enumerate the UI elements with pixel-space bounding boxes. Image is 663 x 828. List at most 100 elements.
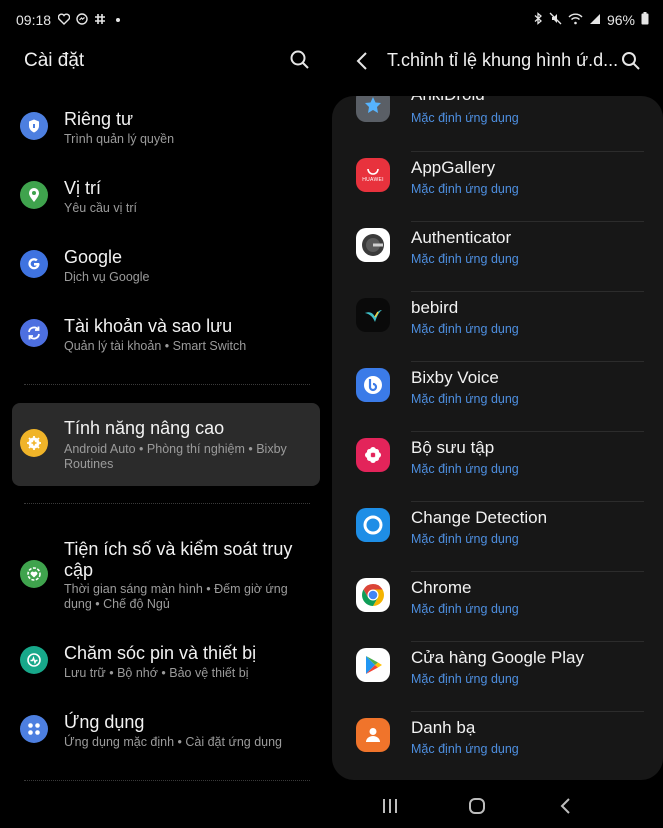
settings-item-apps[interactable]: Ứng dụng Ứng dụng mặc định • Cài đặt ứng… [12, 709, 320, 755]
app-list-item[interactable]: bebird Mặc định ứng dụng [332, 292, 663, 362]
app-name: Danh bạ [411, 718, 476, 737]
battery-icon [641, 12, 649, 28]
settings-item-subtitle: Android Auto • Phòng thí nghiệm • Bixby [64, 442, 287, 456]
app-name: Cửa hàng Google Play [411, 648, 584, 667]
wellbeing-icon [20, 560, 48, 588]
settings-item-title: Tính năng nâng cao [64, 418, 225, 438]
settings-item-subtitle: Lưu trữ • Bộ nhớ • Bảo vệ thiết bị [64, 666, 249, 680]
battery-percent: 96% [606, 12, 635, 28]
divider [24, 503, 310, 504]
settings-item-advanced-features[interactable]: Tính năng nâng cao Android Auto • Phòng … [12, 415, 320, 475]
messenger-icon [76, 12, 88, 25]
settings-item-accounts-backup[interactable]: Tài khoản và sao lưu Quản lý tài khoản •… [12, 313, 320, 359]
app-subtitle: Mặc định ứng dụng [411, 182, 519, 196]
settings-item-title: Google [64, 247, 123, 267]
settings-item-subtitle: Yêu cầu vị trí [64, 201, 137, 215]
device-care-icon [20, 646, 48, 674]
appgallery-icon: HUAWEI [356, 158, 390, 192]
bluetooth-icon [533, 12, 543, 28]
app-name: AppGallery [411, 158, 496, 177]
slack-icon [94, 12, 106, 24]
app-name: Chrome [411, 578, 472, 597]
app-name: bebird [411, 298, 459, 317]
settings-item-subtitle: Dịch vụ Google [64, 270, 150, 284]
apps-grid-icon [20, 715, 48, 743]
shield-icon [20, 112, 48, 140]
settings-item-title: Chăm sóc pin và thiết bị [64, 643, 257, 663]
app-list-item[interactable]: Cửa hàng Google Play Mặc định ứng dụng [332, 642, 663, 712]
mute-icon [549, 12, 562, 28]
settings-item-google[interactable]: Google Dịch vụ Google [12, 244, 320, 290]
page-title: T.chỉnh tỉ lệ khung hình ứ.d... [387, 50, 619, 70]
app-subtitle: Mặc định ứng dụng [411, 111, 519, 125]
home-icon[interactable] [467, 796, 489, 816]
app-list-item[interactable]: AnkiDroid Mặc định ứng dụng [332, 96, 663, 152]
chrome-icon [356, 578, 390, 612]
app-list-item[interactable]: Change Detection Mặc định ứng dụng [332, 502, 663, 572]
settings-item-subtitle: Quản lý tài khoản • Smart Switch [64, 339, 247, 353]
play-store-icon [356, 648, 390, 682]
app-subtitle: Mặc định ứng dụng [411, 532, 519, 546]
app-list-item[interactable]: Bixby Voice Mặc định ứng dụng [332, 362, 663, 432]
divider [24, 780, 310, 781]
app-list-item[interactable]: Chrome Mặc định ứng dụng [332, 572, 663, 642]
settings-item-title: Ứng dụng [64, 712, 145, 732]
settings-item-title: Vị trí [64, 178, 102, 198]
back-arrow-icon[interactable] [355, 51, 369, 71]
location-pin-icon [20, 181, 48, 209]
app-name: AnkiDroid [411, 96, 485, 105]
gear-plus-icon [20, 429, 48, 457]
google-icon [20, 250, 48, 278]
appgallery-brand-label: HUAWEI [362, 177, 384, 183]
status-bar: 09:18 96% [0, 0, 663, 40]
bebird-icon [356, 298, 390, 332]
app-list[interactable]: AnkiDroid Mặc định ứng dụng HUAWEI AppGa… [332, 96, 663, 780]
app-name: Change Detection [411, 508, 548, 527]
app-subtitle: Mặc định ứng dụng [411, 322, 519, 336]
authenticator-icon [356, 228, 390, 262]
app-name: Bộ sưu tập [411, 438, 495, 457]
app-subtitle: Mặc định ứng dụng [411, 392, 519, 406]
heart-icon [57, 12, 71, 25]
settings-item-subtitle: dụng • Chế độ Ngủ [64, 597, 170, 611]
wifi-icon [568, 12, 583, 28]
settings-item-subtitle: Ứng dụng mặc định • Cài đặt ứng dụng [64, 735, 283, 749]
back-icon[interactable] [556, 796, 578, 816]
signal-icon [589, 12, 601, 28]
search-icon[interactable] [621, 51, 641, 71]
settings-item-title: Tiện ích số và kiểm soát truy [64, 539, 293, 559]
settings-item-subtitle: Thời gian sáng màn hình • Đếm giờ ứng [64, 582, 288, 596]
app-list-item[interactable]: Authenticator Mặc định ứng dụng [332, 222, 663, 292]
settings-item-digital-wellbeing[interactable]: Tiện ích số và kiểm soát truy cập Thời g… [12, 536, 320, 616]
gallery-flower-icon [356, 438, 390, 472]
app-list-item[interactable]: Danh bạ Mặc định ứng dụng [332, 712, 663, 780]
settings-item-title: Riêng tư [64, 109, 134, 129]
status-time: 09:18 [16, 12, 52, 28]
app-subtitle: Mặc định ứng dụng [411, 672, 519, 686]
app-subtitle: Mặc định ứng dụng [411, 742, 519, 756]
page-title: Cài đặt [24, 50, 85, 71]
app-list-item[interactable]: Bộ sưu tập Mặc định ứng dụng [332, 432, 663, 502]
recents-icon[interactable] [380, 796, 402, 816]
divider [24, 384, 310, 385]
settings-item-subtitle: Trình quản lý quyền [64, 132, 175, 146]
contacts-icon [356, 718, 390, 752]
settings-item-device-care[interactable]: Chăm sóc pin và thiết bị Lưu trữ • Bộ nh… [12, 640, 320, 686]
settings-item-subtitle: Routines [64, 457, 114, 471]
ankidroid-icon [356, 96, 390, 122]
settings-item-title: cập [64, 560, 94, 580]
app-subtitle: Mặc định ứng dụng [411, 462, 519, 476]
settings-item-privacy[interactable]: Riêng tư Trình quản lý quyền [12, 106, 320, 152]
app-subtitle: Mặc định ứng dụng [411, 252, 519, 266]
app-list-item[interactable]: HUAWEI AppGallery Mặc định ứng dụng [332, 152, 663, 222]
app-subtitle: Mặc định ứng dụng [411, 602, 519, 616]
bixby-icon [356, 368, 390, 402]
search-icon[interactable] [289, 49, 311, 71]
app-name: Bixby Voice [411, 368, 499, 387]
change-detection-icon [356, 508, 390, 542]
navigation-bar [332, 784, 663, 828]
sync-icon [20, 319, 48, 347]
app-name: Authenticator [411, 228, 512, 247]
settings-item-location[interactable]: Vị trí Yêu cầu vị trí [12, 175, 320, 221]
dot-icon [112, 12, 124, 24]
